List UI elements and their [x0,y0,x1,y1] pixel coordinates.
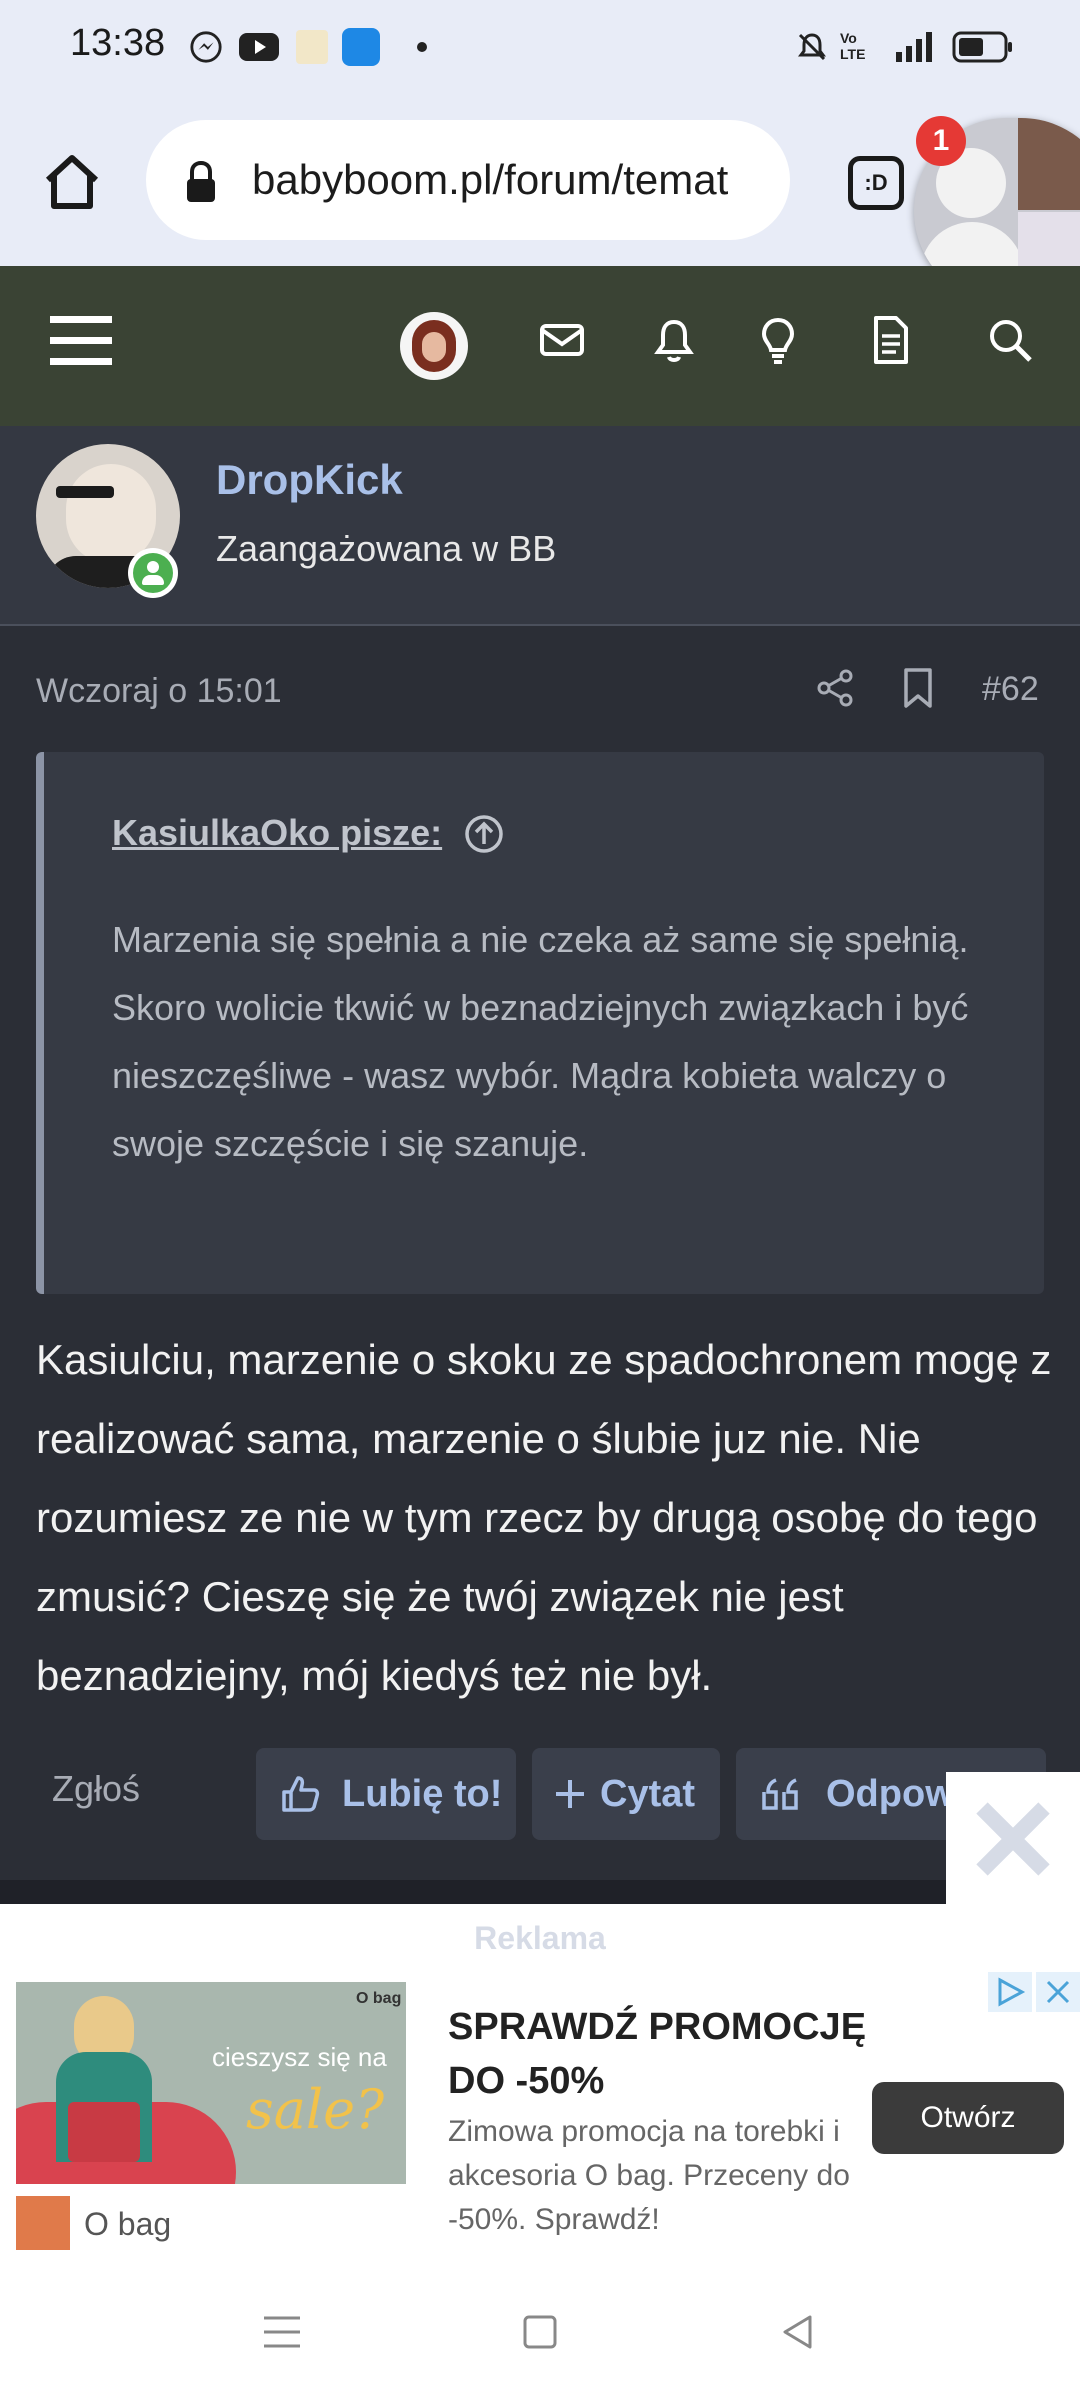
ad-image[interactable]: O bag cieszysz się na sale? [16,1982,406,2184]
url-text[interactable]: babyboom.pl/forum/temat [252,156,770,204]
post-divider [0,1880,946,1904]
jump-to-quote-icon[interactable] [462,812,506,856]
home-icon[interactable] [40,150,104,214]
ad-open-button[interactable]: Otwórz [872,2082,1064,2154]
ad-label: Reklama [474,1920,606,1956]
back-icon[interactable] [780,2314,816,2350]
battery-icon [952,31,1012,63]
lock-icon [187,160,215,202]
ad-image-line2: sale? [246,2078,385,2141]
menu-icon[interactable] [48,312,114,370]
volte-icon: Vo LTE [840,30,866,62]
messenger-icon [190,31,222,63]
document-icon[interactable] [860,310,920,370]
like-button[interactable]: Lubię to! [256,1748,516,1840]
status-clock: 13:38 [70,22,166,64]
play-app-icon [342,28,380,66]
lightbulb-icon[interactable] [748,310,808,370]
ad-brand-logo [16,2196,70,2250]
mute-icon [798,33,826,61]
adchoices-icon[interactable] [988,1972,1032,2012]
share-icon[interactable] [814,666,858,710]
ad-headline[interactable]: SPRAWDŹ PROMOCJĘ DO -50% [448,2000,868,2108]
author-username[interactable]: DropKick [216,456,403,504]
reply-label: Odpow [826,1773,955,1815]
ad-close-button[interactable] [1036,1972,1080,2012]
thumbs-up-icon [282,1776,320,1812]
reply-quote-icon [762,1778,798,1810]
recents-menu-icon[interactable] [262,2312,302,2352]
like-label: Lubię to! [342,1773,503,1815]
quote-button[interactable]: Cytat [532,1748,720,1840]
online-status-icon [128,548,178,598]
ad-brand-name: O bag [84,2206,172,2242]
post-number[interactable]: #62 [982,670,1039,709]
user-avatar-button[interactable] [400,312,468,380]
close-icon [976,1802,1050,1876]
adchoices-triangle-icon [998,1977,1026,2007]
ad-image-brand: O bag [356,1990,402,2007]
bookmark-icon[interactable] [898,666,938,710]
quote-text: Marzenia się spełnia a nie czeka aż same… [112,919,969,1164]
close-icon [1046,1980,1070,2004]
bell-icon[interactable] [644,310,704,370]
report-link[interactable]: Zgłoś [52,1768,140,1810]
app-notification-icon [296,30,328,64]
tab-switcher-button[interactable]: :D [848,156,904,210]
author-title: Zaangażowana w BB [216,528,557,569]
home-square-icon[interactable] [522,2314,558,2350]
post-body: Kasiulciu, marzenie o skoku ze spadochro… [36,1336,1052,1699]
plus-icon [556,1780,584,1808]
signal-icon [896,32,932,62]
more-notifications-dot [417,42,427,52]
ad-description: Zimowa promocja na torebki i akcesoria O… [448,2115,850,2236]
ad-image-line1: cieszysz się na [212,2042,387,2072]
search-icon[interactable] [980,310,1040,370]
mail-icon[interactable] [532,310,592,370]
post-date[interactable]: Wczoraj o 15:01 [36,672,282,711]
ad-dismiss-button[interactable] [946,1772,1080,1906]
quote-label: Cytat [600,1773,696,1815]
youtube-icon [239,33,279,61]
notification-badge: 1 [916,116,966,166]
quote-author-link[interactable]: KasiulkaOko pisze: [112,812,442,854]
